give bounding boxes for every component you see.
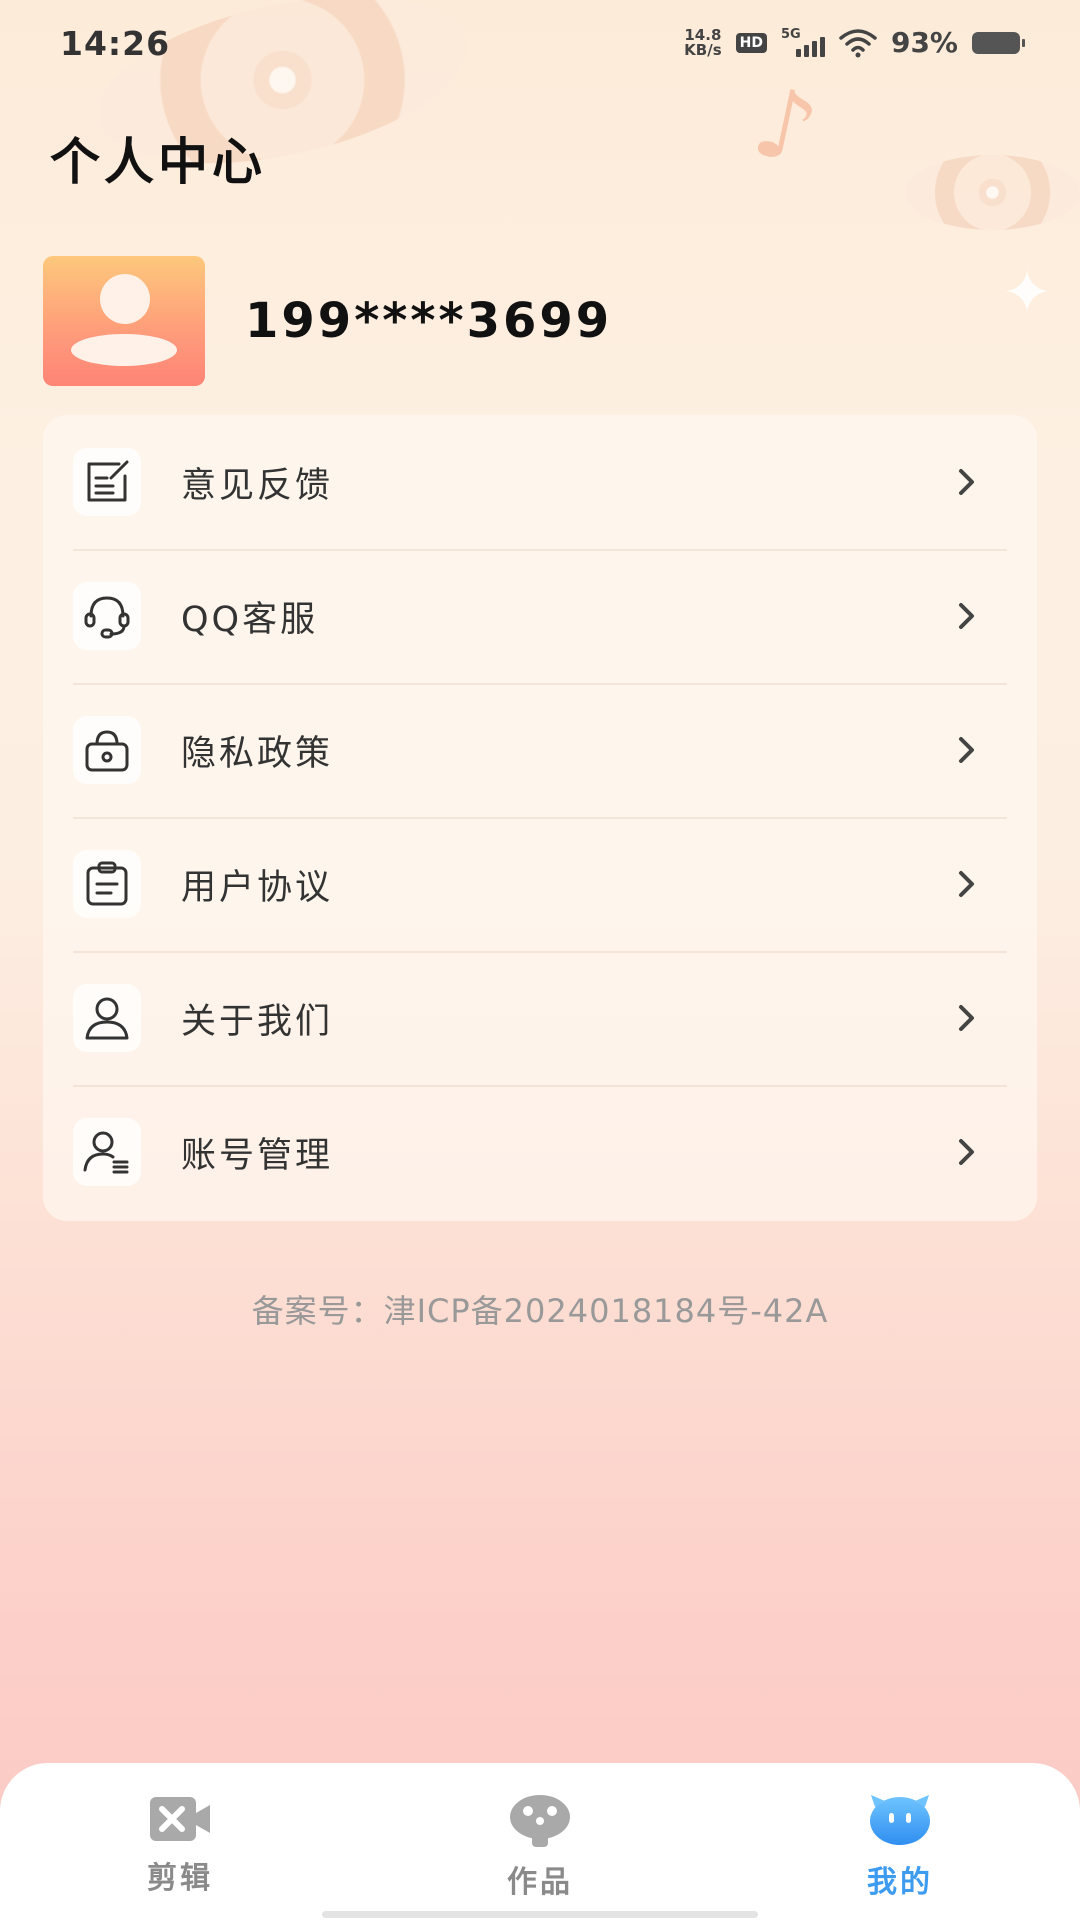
username: 199****3699 <box>245 293 613 349</box>
icp-record-text: 备案号：津ICP备2024018184号-42A <box>251 1292 829 1330</box>
headset-icon <box>73 582 141 650</box>
lock-icon <box>73 716 141 784</box>
signal-icon: 5G <box>781 27 825 57</box>
mine-icon <box>870 1795 930 1845</box>
works-icon <box>510 1795 570 1847</box>
chevron-right-icon <box>937 988 997 1048</box>
menu-item-account-management[interactable]: 账号管理 <box>43 1085 1037 1219</box>
chevron-right-icon <box>937 854 997 914</box>
status-time: 14:26 <box>60 24 171 63</box>
profile-header[interactable]: 199****3699 <box>43 256 612 386</box>
chevron-right-icon <box>937 586 997 646</box>
hd-icon: HD <box>735 32 767 53</box>
battery-percent: 93% <box>890 26 958 59</box>
menu-item-qq-service[interactable]: QQ客服 <box>43 549 1037 683</box>
chevron-right-icon <box>937 1122 997 1182</box>
avatar[interactable] <box>43 256 205 386</box>
feedback-icon <box>73 448 141 516</box>
menu-item-label: 用户协议 <box>181 867 334 908</box>
menu-item-user-agreement[interactable]: 用户协议 <box>43 817 1037 951</box>
menu-item-label: 账号管理 <box>181 1135 334 1176</box>
menu-item-label: 隐私政策 <box>181 733 334 774</box>
sparkle-icon: ✦ <box>1002 258 1053 328</box>
menu-item-about-us[interactable]: 关于我们 <box>43 951 1037 1085</box>
tab-works[interactable]: 作品 <box>450 1793 630 1901</box>
chevron-right-icon <box>937 452 997 512</box>
network-speed: 14.8 KB/s <box>684 25 722 59</box>
tab-mine[interactable]: 我的 <box>810 1793 990 1901</box>
person-icon <box>73 984 141 1052</box>
bottom-tab-bar: 剪辑 作品 我的 <box>0 1763 1080 1920</box>
wifi-icon <box>839 28 877 57</box>
account-manage-icon <box>73 1118 141 1186</box>
home-indicator[interactable] <box>322 1911 758 1918</box>
menu-item-label: 意见反馈 <box>181 465 334 506</box>
chevron-right-icon <box>937 720 997 780</box>
battery-icon <box>972 31 1025 54</box>
tab-label: 剪辑 <box>147 1861 213 1896</box>
tab-label: 我的 <box>867 1865 933 1900</box>
menu-item-feedback[interactable]: 意见反馈 <box>43 415 1037 549</box>
tab-edit[interactable]: 剪辑 <box>90 1793 270 1897</box>
menu-item-label: 关于我们 <box>181 1001 334 1042</box>
clipboard-icon <box>73 850 141 918</box>
video-edit-icon <box>150 1797 210 1841</box>
status-icons: 14.8 KB/s HD 5G 93% <box>684 25 1025 59</box>
page-title: 个人中心 <box>50 133 266 191</box>
decorative-disc <box>905 155 1080 230</box>
menu-item-privacy-policy[interactable]: 隐私政策 <box>43 683 1037 817</box>
settings-menu: 意见反馈 QQ客服 隐私政策 用户协议 关于我们 账号管理 <box>43 415 1037 1221</box>
menu-item-label: QQ客服 <box>181 599 319 640</box>
tab-label: 作品 <box>507 1865 573 1900</box>
status-bar: 14:26 14.8 KB/s HD 5G 93% <box>0 0 1080 95</box>
